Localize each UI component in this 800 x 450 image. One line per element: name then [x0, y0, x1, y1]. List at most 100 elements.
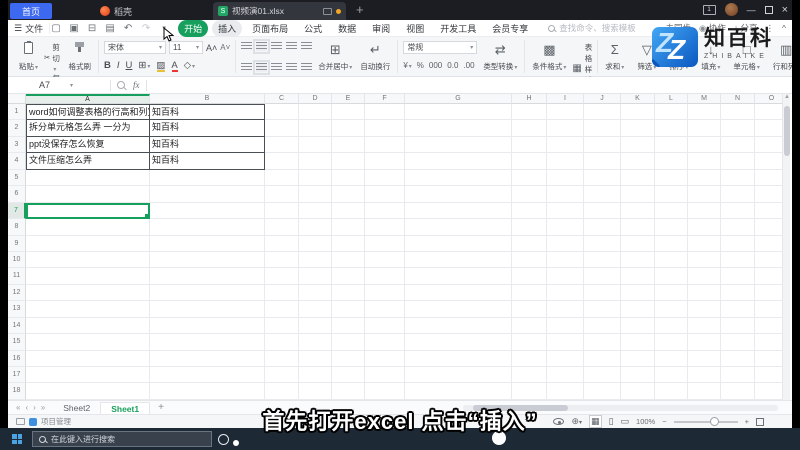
cell-N17[interactable] [721, 367, 755, 384]
fill-color-button[interactable]: ▨ [156, 60, 165, 72]
cell-H17[interactable] [512, 367, 547, 384]
cell-G3[interactable] [405, 136, 512, 154]
cell-L11[interactable] [655, 268, 688, 285]
avatar[interactable] [724, 3, 738, 16]
cell-F16[interactable] [365, 350, 405, 367]
cell-E14[interactable] [332, 317, 365, 335]
cell-N18[interactable] [721, 383, 755, 400]
vertical-scrollbar[interactable]: ▲ [782, 94, 790, 400]
cell-C15[interactable] [265, 334, 299, 351]
cell-K15[interactable] [621, 334, 655, 351]
cell-H14[interactable] [512, 317, 547, 335]
cell-N13[interactable] [721, 301, 755, 318]
cell-K8[interactable] [621, 219, 655, 236]
menu-tab-开发工具[interactable]: 开发工具 [434, 20, 482, 37]
cell-B6[interactable] [150, 186, 265, 203]
cell-I1[interactable] [547, 104, 584, 121]
spreadsheet-grid[interactable]: ABCDEFGHIJKLMNO 1 word如何调整表格的行高和列宽 知百科 2 拆分单… [8, 94, 792, 400]
cell-K14[interactable] [621, 317, 655, 335]
cell-C13[interactable] [265, 301, 299, 318]
align-center-icon[interactable] [253, 59, 271, 75]
file-menu[interactable]: ☰ 文件 [8, 22, 49, 35]
cell-H4[interactable] [512, 153, 547, 170]
row-header-15[interactable]: 15 [8, 334, 26, 351]
cell-G12[interactable] [405, 284, 512, 302]
cell-G4[interactable] [405, 153, 512, 170]
cell-A7[interactable] [26, 202, 150, 220]
decrease-font-icon[interactable]: A˅ [220, 43, 230, 52]
cell-M6[interactable] [688, 186, 721, 203]
underline-button[interactable]: U [126, 60, 133, 71]
cell-A5[interactable] [26, 169, 150, 187]
name-box-dropdown-icon[interactable]: ▾ [70, 82, 73, 89]
cell-F12[interactable] [365, 284, 405, 302]
cell-N6[interactable] [721, 186, 755, 203]
cell-A11[interactable] [26, 268, 150, 285]
column-header-L[interactable]: L [655, 94, 688, 104]
cell-G8[interactable] [405, 219, 512, 236]
cell-M17[interactable] [688, 367, 721, 384]
cell-H2[interactable] [512, 120, 547, 137]
cell-D15[interactable] [299, 334, 332, 351]
cell-N9[interactable] [721, 235, 755, 252]
cell-F17[interactable] [365, 367, 405, 384]
cell-J11[interactable] [584, 268, 621, 285]
column-header-F[interactable]: F [365, 94, 405, 104]
cell-M3[interactable] [688, 136, 721, 154]
type-convert-button[interactable]: ⇄ 类型转换 [481, 41, 519, 73]
cell-E6[interactable] [332, 186, 365, 203]
cell-N5[interactable] [721, 169, 755, 187]
cell-H15[interactable] [512, 334, 547, 351]
cell-G16[interactable] [405, 350, 512, 367]
comma-style-button[interactable]: 000 [429, 61, 442, 70]
cell-B2[interactable]: 知百科 [150, 120, 265, 137]
cell-L15[interactable] [655, 334, 688, 351]
row-header-13[interactable]: 13 [8, 301, 26, 318]
cell-J9[interactable] [584, 235, 621, 252]
cell-C9[interactable] [265, 235, 299, 252]
cell-G5[interactable] [405, 169, 512, 187]
row-header-7[interactable]: 7 [8, 202, 26, 220]
align-middle-icon[interactable] [253, 38, 271, 54]
cell-G14[interactable] [405, 317, 512, 335]
cell-N1[interactable] [721, 104, 755, 121]
cell-D8[interactable] [299, 219, 332, 236]
cell-C8[interactable] [265, 219, 299, 236]
tab-document[interactable]: S 视频演01.xlsx [213, 2, 346, 20]
cell-B9[interactable] [150, 235, 265, 252]
cell-C7[interactable] [265, 202, 299, 220]
cell-F5[interactable] [365, 169, 405, 187]
cell-F2[interactable] [365, 120, 405, 137]
ribbon-button-行和列[interactable]: ▥ 行和列 [771, 41, 792, 73]
conditional-format-button[interactable]: ▩ 条件格式 [530, 41, 568, 73]
cell-N12[interactable] [721, 284, 755, 302]
cell-D10[interactable] [299, 251, 332, 269]
cell-J2[interactable] [584, 120, 621, 137]
zoom-formula-icon[interactable] [117, 81, 125, 89]
undo-icon[interactable]: ↶ [122, 23, 134, 34]
cell-F8[interactable] [365, 219, 405, 236]
preview-icon[interactable]: ▤ [104, 23, 116, 34]
column-header-B[interactable]: B [150, 94, 265, 104]
wrap-text-button[interactable]: ↵ 自动换行 [358, 41, 392, 73]
cell-B12[interactable] [150, 284, 265, 302]
align-right-icon[interactable] [271, 62, 283, 72]
cell-F9[interactable] [365, 235, 405, 252]
row-header-12[interactable]: 12 [8, 284, 26, 302]
cell-M8[interactable] [688, 219, 721, 236]
cell-E16[interactable] [332, 350, 365, 367]
row-header-1[interactable]: 1 [8, 104, 26, 121]
row-header-16[interactable]: 16 [8, 350, 26, 367]
cell-C1[interactable] [265, 104, 299, 121]
cell-I15[interactable] [547, 334, 584, 351]
cell-B1[interactable]: 知百科 [150, 104, 265, 121]
cell-I12[interactable] [547, 284, 584, 302]
save-icon[interactable]: ▢ [50, 23, 62, 34]
new-tab-button[interactable]: + [356, 2, 364, 17]
cell-E10[interactable] [332, 251, 365, 269]
cell-G7[interactable] [405, 202, 512, 220]
font-name-select[interactable]: 宋体 ▾ [104, 41, 167, 54]
cell-G15[interactable] [405, 334, 512, 351]
cell-I14[interactable] [547, 317, 584, 335]
menu-tab-插入[interactable]: 插入 [212, 19, 243, 37]
